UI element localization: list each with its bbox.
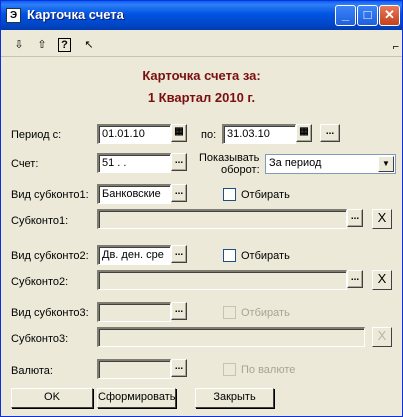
turnover-select-value: За период [269,157,322,169]
subconto1-select-button[interactable]: ... [347,209,363,227]
by-currency-checkbox[interactable] [223,363,236,376]
show-turnover-label-2: оборот: [221,164,260,176]
subconto3-kind-select-button[interactable]: ... [171,302,187,320]
period-from-input[interactable]: 01.01.10 [97,124,171,144]
by-currency-label: По валюте [241,364,296,376]
calendar-to-icon[interactable]: ▦ [296,124,312,142]
build-button[interactable]: Сформировать [97,388,176,408]
maximize-button[interactable]: □ [357,5,378,26]
period-to-input[interactable]: 31.03.10 [222,124,296,144]
save-settings-icon[interactable]: ⇩ [11,37,27,53]
subconto2-input[interactable] [97,270,347,290]
resize-icon: ⌐ [392,41,399,53]
close-window-button[interactable]: ✕ [379,5,400,26]
subconto2-label: Субконто2: [11,276,69,288]
window-title: Карточка счета [27,7,124,22]
account-select-button[interactable]: ... [171,153,187,171]
subconto3-input[interactable] [97,327,365,347]
period-to-label: по: [201,129,217,141]
subconto3-label: Субконто3: [11,333,69,345]
subconto1-kind-input[interactable]: Банковские [97,184,171,204]
toolbar: ⇩ ⇧ ? ↖ [1,31,402,57]
subconto2-clear-button[interactable]: X [372,270,392,290]
minimize-button[interactable]: _ [335,5,356,26]
chevron-down-icon[interactable]: ▼ [378,156,394,172]
subconto1-filter-label: Отбирать [241,189,290,201]
report-heading-title: Карточка счета за: [142,68,261,83]
subconto1-clear-button[interactable]: X [372,209,392,229]
restore-settings-icon[interactable]: ⇧ [34,37,50,53]
subconto1-kind-label: Вид субконто1: [11,189,89,201]
subconto2-kind-select-button[interactable]: ... [171,245,187,263]
ok-button[interactable]: OK [11,388,93,408]
period-from-label: Период с: [11,129,62,141]
report-heading-period: 1 Квартал 2010 г. [147,90,256,105]
subconto2-filter-checkbox[interactable] [223,249,236,262]
close-button[interactable]: Закрыть [195,388,274,408]
subconto1-label: Субконто1: [11,215,69,227]
subconto3-clear-button[interactable]: X [372,327,392,347]
currency-label: Валюта: [11,365,53,377]
account-card-window: Э Карточка счета _ □ ✕ ⇩ ⇧ ? ↖ ⌐ Карточк… [0,0,403,417]
title-bar[interactable]: Э Карточка счета _ □ ✕ [1,1,402,30]
period-select-button[interactable]: ... [320,124,340,142]
subconto1-kind-select-button[interactable]: ... [171,184,187,202]
subconto3-filter-label: Отбирать [241,307,290,319]
help-icon[interactable]: ? [58,38,71,52]
subconto1-filter-checkbox[interactable] [223,188,236,201]
account-label: Счет: [11,158,39,170]
calendar-from-icon[interactable]: ▦ [171,124,187,142]
subconto3-filter-checkbox[interactable] [223,306,236,319]
subconto1-input[interactable] [97,209,347,229]
context-help-icon[interactable]: ↖ [81,37,97,53]
currency-input[interactable] [97,359,171,379]
subconto2-filter-label: Отбирать [241,250,290,262]
app-icon: Э [6,8,21,23]
subconto2-kind-input[interactable]: Дв. ден. сре [97,245,171,265]
subconto2-kind-label: Вид субконто2: [11,250,89,262]
currency-select-button[interactable]: ... [171,359,187,377]
show-turnover-label-1: Показывать [199,152,260,164]
subconto3-kind-label: Вид субконто3: [11,307,89,319]
subconto3-kind-input[interactable] [97,302,171,322]
account-input[interactable]: 51 . . [97,153,171,173]
subconto2-select-button[interactable]: ... [347,270,363,288]
turnover-select[interactable]: За период ▼ [265,154,396,174]
